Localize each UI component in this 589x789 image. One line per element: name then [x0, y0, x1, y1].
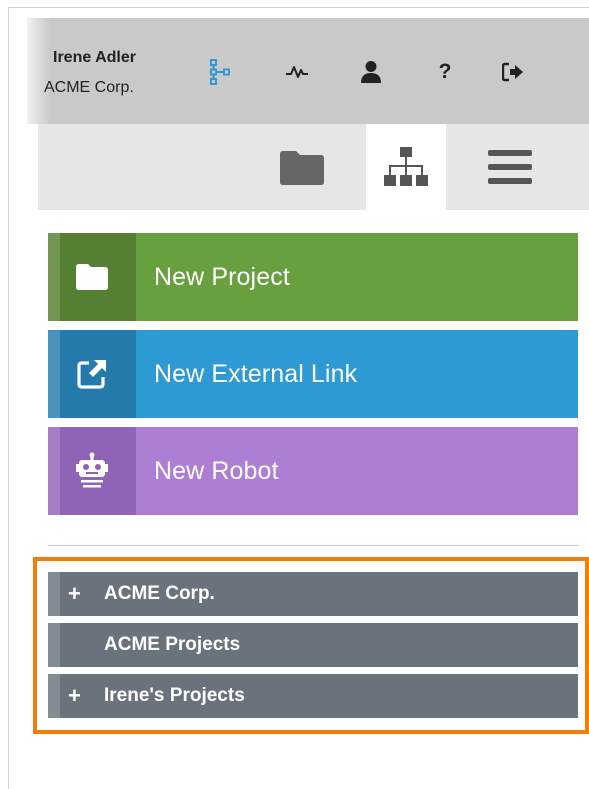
header-bar: Irene Adler ACME Corp. ? — [27, 18, 589, 124]
expand-plus-icon[interactable]: + — [68, 685, 90, 707]
view-tab-bar — [38, 124, 589, 210]
robot-icon — [48, 427, 136, 515]
divider — [48, 545, 578, 546]
tree-item-label: ACME Projects — [104, 634, 241, 655]
folder-icon — [48, 233, 136, 321]
tree-item-label: ACME Corp. — [104, 583, 215, 604]
tab-folders[interactable] — [262, 124, 342, 210]
tree-item-acme-projects[interactable]: ACME Projects — [48, 623, 578, 667]
tree-item-irenes-projects[interactable]: + Irene's Projects — [48, 674, 578, 718]
tree-item-acme-corp[interactable]: + ACME Corp. — [48, 572, 578, 616]
help-icon[interactable]: ? — [432, 59, 458, 85]
new-robot-label: New Robot — [154, 456, 279, 485]
new-external-link-label: New External Link — [154, 359, 358, 388]
menu-icon — [488, 150, 532, 184]
tab-hierarchy[interactable] — [366, 124, 446, 210]
sitemap-icon — [384, 147, 428, 186]
tab-list[interactable] — [470, 124, 550, 210]
window-left-edge — [8, 8, 9, 789]
folder-icon — [280, 151, 324, 185]
tree-item-label: Irene's Projects — [104, 685, 245, 706]
new-project-button[interactable]: New Project — [48, 233, 578, 321]
workflow-icon[interactable] — [207, 59, 233, 85]
external-link-icon — [48, 330, 136, 418]
user-name: Irene Adler — [53, 49, 136, 66]
expand-plus-icon[interactable]: + — [68, 583, 90, 605]
new-external-link-button[interactable]: New External Link — [48, 330, 578, 418]
sign-out-icon[interactable] — [500, 59, 526, 85]
user-icon[interactable] — [358, 59, 384, 85]
header-gradient — [27, 18, 51, 124]
user-org: ACME Corp. — [44, 79, 134, 96]
new-project-label: New Project — [154, 262, 290, 291]
window-top-edge — [8, 0, 589, 8]
new-robot-button[interactable]: New Robot — [48, 427, 578, 515]
activity-icon[interactable] — [284, 59, 310, 85]
